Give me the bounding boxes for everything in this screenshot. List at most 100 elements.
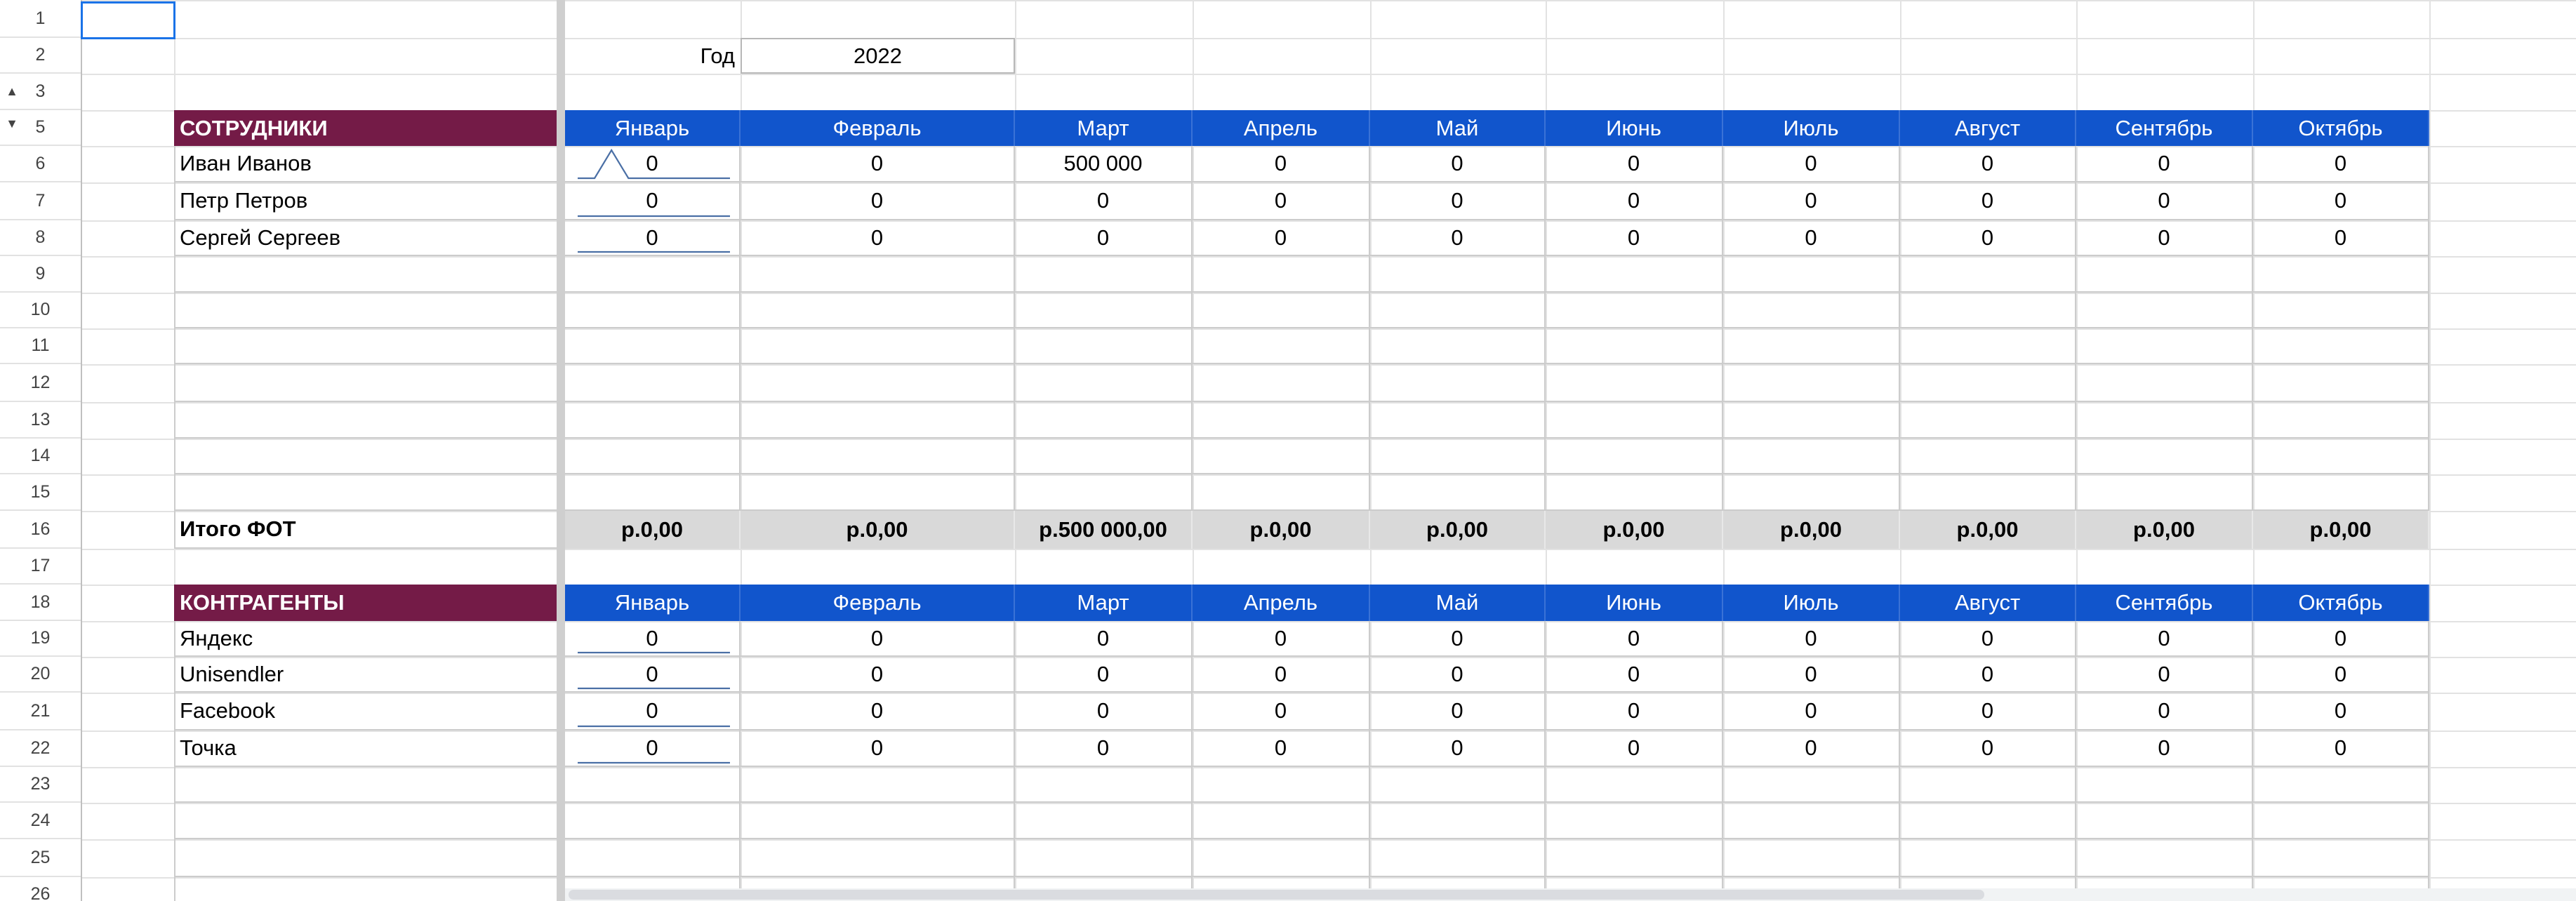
- employees-empty-cell[interactable]: [1546, 364, 1723, 402]
- contractors-empty-cell[interactable]: [2253, 803, 2429, 839]
- contractors-empty-cell[interactable]: [1900, 803, 2076, 839]
- employees-empty-cell[interactable]: [1370, 402, 1546, 439]
- contractor-value[interactable]: 0: [741, 657, 1015, 693]
- row-number[interactable]: 25: [0, 839, 81, 877]
- employees-empty-cell[interactable]: [1900, 364, 2076, 402]
- contractor-value[interactable]: 0: [2076, 621, 2253, 657]
- employees-empty-cell[interactable]: [565, 293, 741, 328]
- employees-empty-cell[interactable]: [741, 439, 1015, 474]
- employees-empty-cell[interactable]: [1723, 328, 1900, 364]
- contractor-value[interactable]: 0: [1723, 730, 1900, 767]
- row-number[interactable]: 18: [0, 585, 81, 621]
- employees-empty-cell[interactable]: [1723, 364, 1900, 402]
- employees-empty-cell[interactable]: [174, 293, 557, 328]
- employees-empty-cell[interactable]: [2076, 256, 2253, 293]
- employees-empty-cell[interactable]: [741, 402, 1015, 439]
- row-number[interactable]: 10: [0, 293, 81, 328]
- contractor-value[interactable]: 0: [1370, 621, 1546, 657]
- contractor-value[interactable]: 0: [2076, 730, 2253, 767]
- employee-value[interactable]: 0: [1723, 182, 1900, 220]
- contractor-value[interactable]: 0: [1546, 657, 1723, 693]
- employees-empty-cell[interactable]: [1370, 439, 1546, 474]
- employees-empty-cell[interactable]: [1193, 402, 1370, 439]
- contractor-value[interactable]: 0: [1723, 657, 1900, 693]
- employees-empty-cell[interactable]: [2076, 328, 2253, 364]
- contractors-empty-cell[interactable]: [1193, 767, 1370, 803]
- expand-group-icon[interactable]: ▼: [0, 113, 24, 134]
- contractors-empty-cell[interactable]: [741, 839, 1015, 877]
- contractors-empty-cell[interactable]: [1015, 839, 1193, 877]
- employees-empty-cell[interactable]: [1723, 439, 1900, 474]
- employees-empty-cell[interactable]: [1193, 439, 1370, 474]
- employees-empty-cell[interactable]: [2076, 402, 2253, 439]
- employees-empty-cell[interactable]: [1546, 439, 1723, 474]
- row-number[interactable]: 24: [0, 803, 81, 839]
- employees-empty-cell[interactable]: [1546, 328, 1723, 364]
- employee-value[interactable]: 0: [1015, 182, 1193, 220]
- employee-value[interactable]: 0: [1015, 220, 1193, 256]
- employee-value[interactable]: 0: [565, 146, 741, 182]
- employee-value[interactable]: 0: [2253, 146, 2429, 182]
- employees-empty-cell[interactable]: [1723, 402, 1900, 439]
- employee-value[interactable]: 500 000: [1015, 146, 1193, 182]
- employee-value[interactable]: 0: [741, 220, 1015, 256]
- contractors-empty-cell[interactable]: [741, 767, 1015, 803]
- employees-empty-cell[interactable]: [1723, 293, 1900, 328]
- contractor-value[interactable]: 0: [2253, 693, 2429, 730]
- contractor-name[interactable]: Facebook: [174, 693, 557, 730]
- contractor-value[interactable]: 0: [1900, 657, 2076, 693]
- employees-empty-cell[interactable]: [1015, 364, 1193, 402]
- contractor-value[interactable]: 0: [2253, 621, 2429, 657]
- contractor-value[interactable]: 0: [2076, 693, 2253, 730]
- contractor-value[interactable]: 0: [1900, 621, 2076, 657]
- employee-value[interactable]: 0: [1193, 220, 1370, 256]
- employees-empty-cell[interactable]: [1015, 474, 1193, 511]
- employee-value[interactable]: 0: [1546, 182, 1723, 220]
- employees-empty-cell[interactable]: [1546, 256, 1723, 293]
- employees-empty-cell[interactable]: [741, 328, 1015, 364]
- contractor-value[interactable]: 0: [1015, 693, 1193, 730]
- contractor-value[interactable]: 0: [1900, 693, 2076, 730]
- employees-empty-cell[interactable]: [174, 364, 557, 402]
- contractor-value[interactable]: 0: [565, 621, 741, 657]
- employee-value[interactable]: 0: [1900, 220, 2076, 256]
- contractor-value[interactable]: 0: [2076, 657, 2253, 693]
- row-number[interactable]: 19: [0, 621, 81, 657]
- row-number[interactable]: 6: [0, 146, 81, 182]
- employees-empty-cell[interactable]: [2253, 328, 2429, 364]
- row-number[interactable]: 14: [0, 439, 81, 474]
- employee-value[interactable]: 0: [1900, 182, 2076, 220]
- employees-empty-cell[interactable]: [1370, 328, 1546, 364]
- collapse-group-icon[interactable]: ▲: [0, 81, 24, 102]
- contractors-empty-cell[interactable]: [174, 877, 557, 901]
- contractors-empty-cell[interactable]: [2253, 839, 2429, 877]
- employees-empty-cell[interactable]: [1015, 328, 1193, 364]
- employee-value[interactable]: 0: [2253, 182, 2429, 220]
- contractors-empty-cell[interactable]: [741, 803, 1015, 839]
- contractor-value[interactable]: 0: [2253, 657, 2429, 693]
- row-number[interactable]: 13: [0, 402, 81, 439]
- employees-empty-cell[interactable]: [174, 328, 557, 364]
- employee-value[interactable]: 0: [1193, 182, 1370, 220]
- employees-empty-cell[interactable]: [1900, 402, 2076, 439]
- contractors-empty-cell[interactable]: [1546, 839, 1723, 877]
- contractors-empty-cell[interactable]: [565, 839, 741, 877]
- employees-empty-cell[interactable]: [1900, 293, 2076, 328]
- contractor-value[interactable]: 0: [1370, 730, 1546, 767]
- contractor-name[interactable]: Unisendler: [174, 657, 557, 693]
- employees-empty-cell[interactable]: [1900, 439, 2076, 474]
- employees-empty-cell[interactable]: [565, 402, 741, 439]
- row-number[interactable]: 12: [0, 364, 81, 402]
- contractor-value[interactable]: 0: [1193, 693, 1370, 730]
- contractors-empty-cell[interactable]: [565, 803, 741, 839]
- employees-empty-cell[interactable]: [2253, 402, 2429, 439]
- employee-name[interactable]: Иван Иванов: [174, 146, 557, 182]
- contractor-value[interactable]: 0: [1546, 621, 1723, 657]
- row-number[interactable]: 23: [0, 767, 81, 803]
- employee-value[interactable]: 0: [1546, 146, 1723, 182]
- employee-value[interactable]: 0: [1723, 146, 1900, 182]
- employees-empty-cell[interactable]: [1015, 293, 1193, 328]
- contractor-value[interactable]: 0: [1900, 730, 2076, 767]
- employee-value[interactable]: 0: [2076, 182, 2253, 220]
- selected-cell-a1[interactable]: [81, 1, 175, 39]
